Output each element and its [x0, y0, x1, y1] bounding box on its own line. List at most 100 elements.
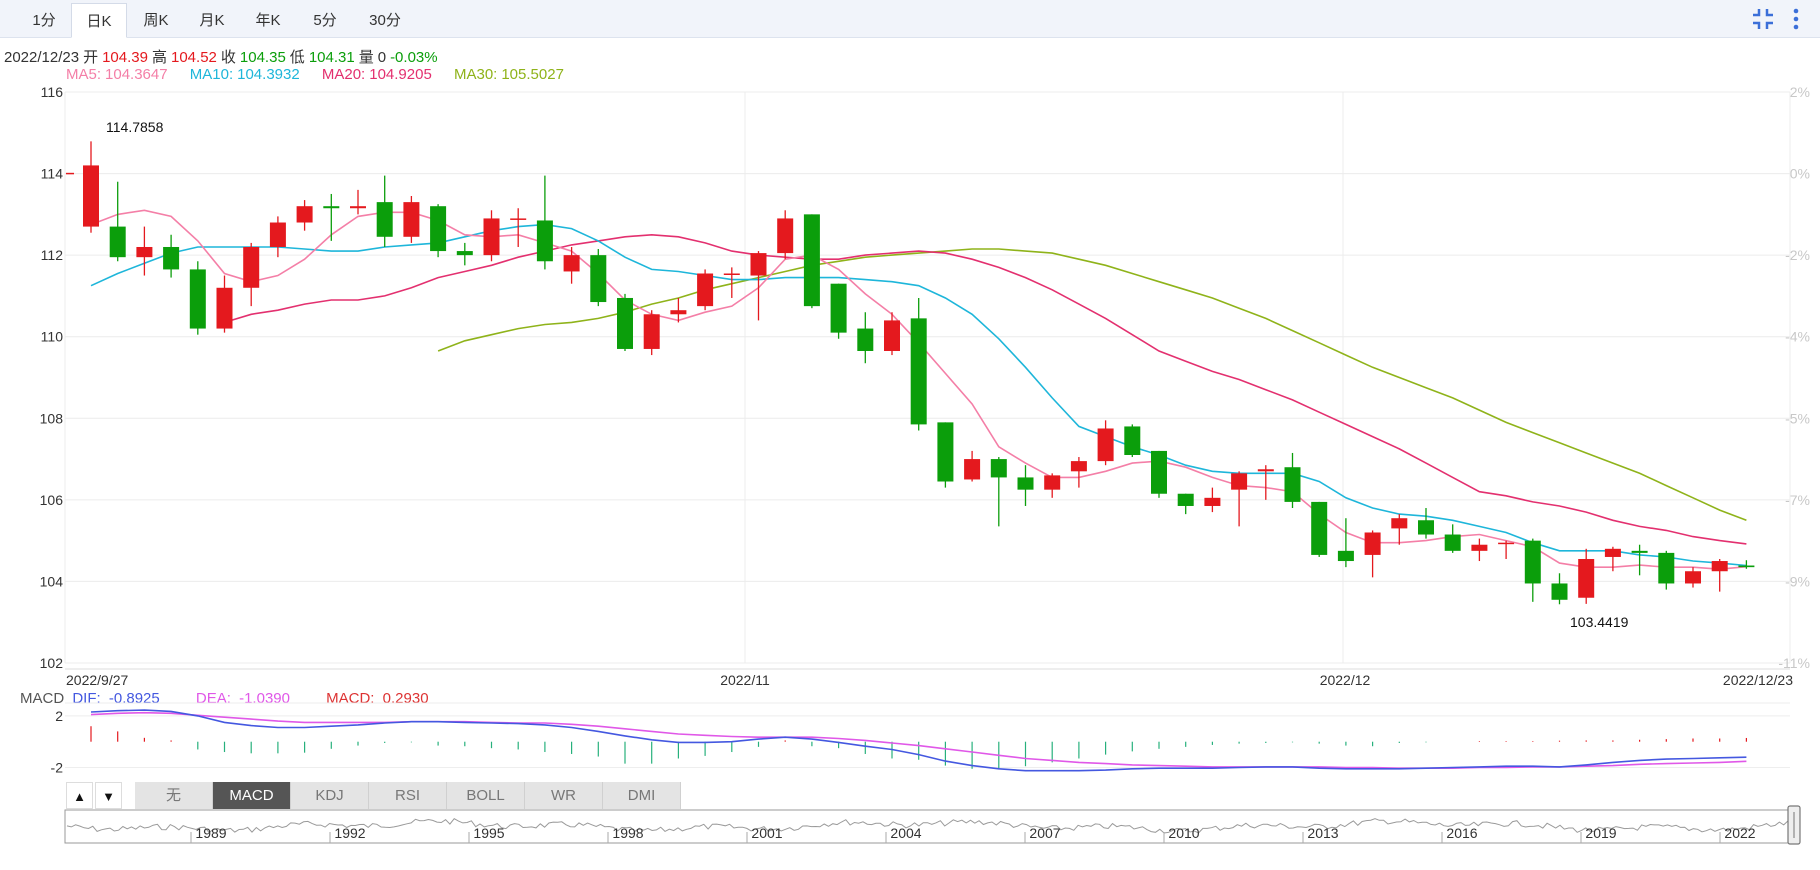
- candle-body: [777, 218, 794, 254]
- candle-body: [510, 218, 527, 220]
- candle-body: [1231, 473, 1248, 490]
- candle-body: [1631, 550, 1648, 553]
- indicator-kdj-button[interactable]: KDJ: [291, 782, 369, 809]
- dea-line: [90, 711, 1747, 770]
- overview-year-label: 2013: [1307, 825, 1338, 841]
- candle-body: [376, 202, 393, 237]
- ma30-line: [437, 248, 1747, 522]
- candle-body: [163, 246, 180, 270]
- candle-body: [750, 253, 767, 276]
- candle-body: [1685, 571, 1701, 584]
- candle-body: [1418, 520, 1434, 535]
- candle-body: [964, 459, 981, 480]
- overview-year-label: 2001: [751, 825, 782, 841]
- candle-body: [269, 222, 286, 247]
- y-tick-label: 104: [40, 573, 64, 589]
- candle-body: [189, 269, 206, 329]
- candle-body: [83, 165, 99, 227]
- candle-body: [643, 314, 660, 349]
- overview-year-label: 1995: [473, 825, 504, 841]
- candle-body: [1471, 544, 1488, 551]
- candle-body: [536, 220, 553, 262]
- candle-body: [1364, 532, 1381, 555]
- overview-year-label: 2016: [1446, 825, 1477, 841]
- x-tick-label: 2022/11: [720, 672, 770, 688]
- overview-year-label: 2019: [1585, 825, 1616, 841]
- macd-y-tick-label: -2: [51, 760, 64, 776]
- candle-body: [1604, 548, 1621, 557]
- y-tick-label: 108: [40, 410, 64, 426]
- y-tick-label: 106: [40, 492, 64, 508]
- candle-body: [1498, 542, 1515, 545]
- candle-body: [1070, 461, 1087, 472]
- x-tick-label: 2022/9/27: [66, 672, 128, 688]
- candle-body: [697, 273, 714, 307]
- y-tick-label: 116: [41, 84, 64, 100]
- y-tick-label: 114: [41, 166, 64, 182]
- indicator-prev-button[interactable]: ▲: [66, 782, 93, 809]
- candle-body: [937, 422, 954, 482]
- pct-tick-label: 2%: [1790, 84, 1810, 100]
- ma20-line: [224, 233, 1747, 545]
- candle-body: [1204, 497, 1221, 506]
- candle-body: [136, 246, 153, 258]
- indicator-next-button[interactable]: ▼: [95, 782, 122, 809]
- candle-body: [563, 255, 580, 272]
- y-tick-label: 110: [41, 329, 64, 345]
- pct-tick-label: -5%: [1785, 410, 1810, 426]
- pct-tick-label: -9%: [1785, 573, 1810, 589]
- candle-body: [1124, 426, 1141, 455]
- overview-year-label: 1998: [612, 825, 643, 841]
- chart-canvas[interactable]: 116 2% 114 0% 112 -2% 110 -4% 108 -5% 106 -7% 104 -9%…: [0, 0, 1820, 870]
- overview-year-label: 2010: [1168, 825, 1199, 841]
- candle-body: [1177, 493, 1194, 506]
- candle-body: [323, 206, 340, 209]
- min-annotation: 103.4419: [1570, 614, 1629, 630]
- indicator-wr-button[interactable]: WR: [525, 782, 603, 809]
- overview-year-label: 2007: [1029, 825, 1060, 841]
- candle-body: [617, 297, 633, 349]
- candle-body: [1017, 477, 1034, 490]
- candle-body: [723, 273, 740, 275]
- pct-tick-label: -2%: [1785, 247, 1810, 263]
- candle-body: [1578, 558, 1595, 598]
- candle-body: [857, 328, 874, 351]
- indicator-rsi-button[interactable]: RSI: [369, 782, 447, 809]
- candle-body: [1311, 501, 1328, 555]
- dif-line: [90, 709, 1747, 772]
- indicator-macd-button[interactable]: MACD: [213, 782, 291, 809]
- kline-chart-widget: 1分 日K 周K 月K 年K 5分 30分 2022/12/23 开 104.39 高…: [0, 0, 1820, 870]
- candle-body: [1284, 467, 1301, 502]
- candle-body: [430, 206, 447, 252]
- candle-body: [296, 206, 313, 223]
- candle-body: [803, 214, 820, 307]
- candle-body: [216, 287, 233, 329]
- macd-y-tick-label: 2: [55, 708, 63, 724]
- candle-body: [243, 246, 260, 288]
- max-annotation: 114.7858: [106, 119, 164, 135]
- indicator-none-button[interactable]: 无: [135, 782, 213, 809]
- candle-body: [1658, 552, 1675, 584]
- overview-year-label: 1992: [334, 825, 365, 841]
- candle-body: [590, 255, 607, 303]
- candle-body: [403, 202, 420, 237]
- candle-body: [670, 310, 687, 315]
- overview-year-label: 2022: [1724, 825, 1755, 841]
- overview-year-label: 1989: [195, 825, 226, 841]
- candle-body: [1524, 540, 1541, 584]
- indicator-boll-button[interactable]: BOLL: [447, 782, 525, 809]
- candle-body: [910, 318, 927, 425]
- pct-tick-label: 0%: [1790, 166, 1810, 182]
- x-tick-label: 2022/12: [1320, 672, 1371, 688]
- candle-body: [1097, 428, 1114, 462]
- x-tick-label: 2022/12/23: [1723, 672, 1793, 688]
- candle-body: [1257, 469, 1274, 472]
- candle-body: [350, 206, 366, 209]
- candle-body: [456, 251, 473, 256]
- y-tick-label: 102: [40, 655, 64, 671]
- candle-body: [483, 218, 500, 256]
- candle-body: [1551, 583, 1568, 600]
- indicator-dmi-button[interactable]: DMI: [603, 782, 681, 809]
- candle-body: [830, 283, 847, 333]
- candle-body: [109, 226, 126, 258]
